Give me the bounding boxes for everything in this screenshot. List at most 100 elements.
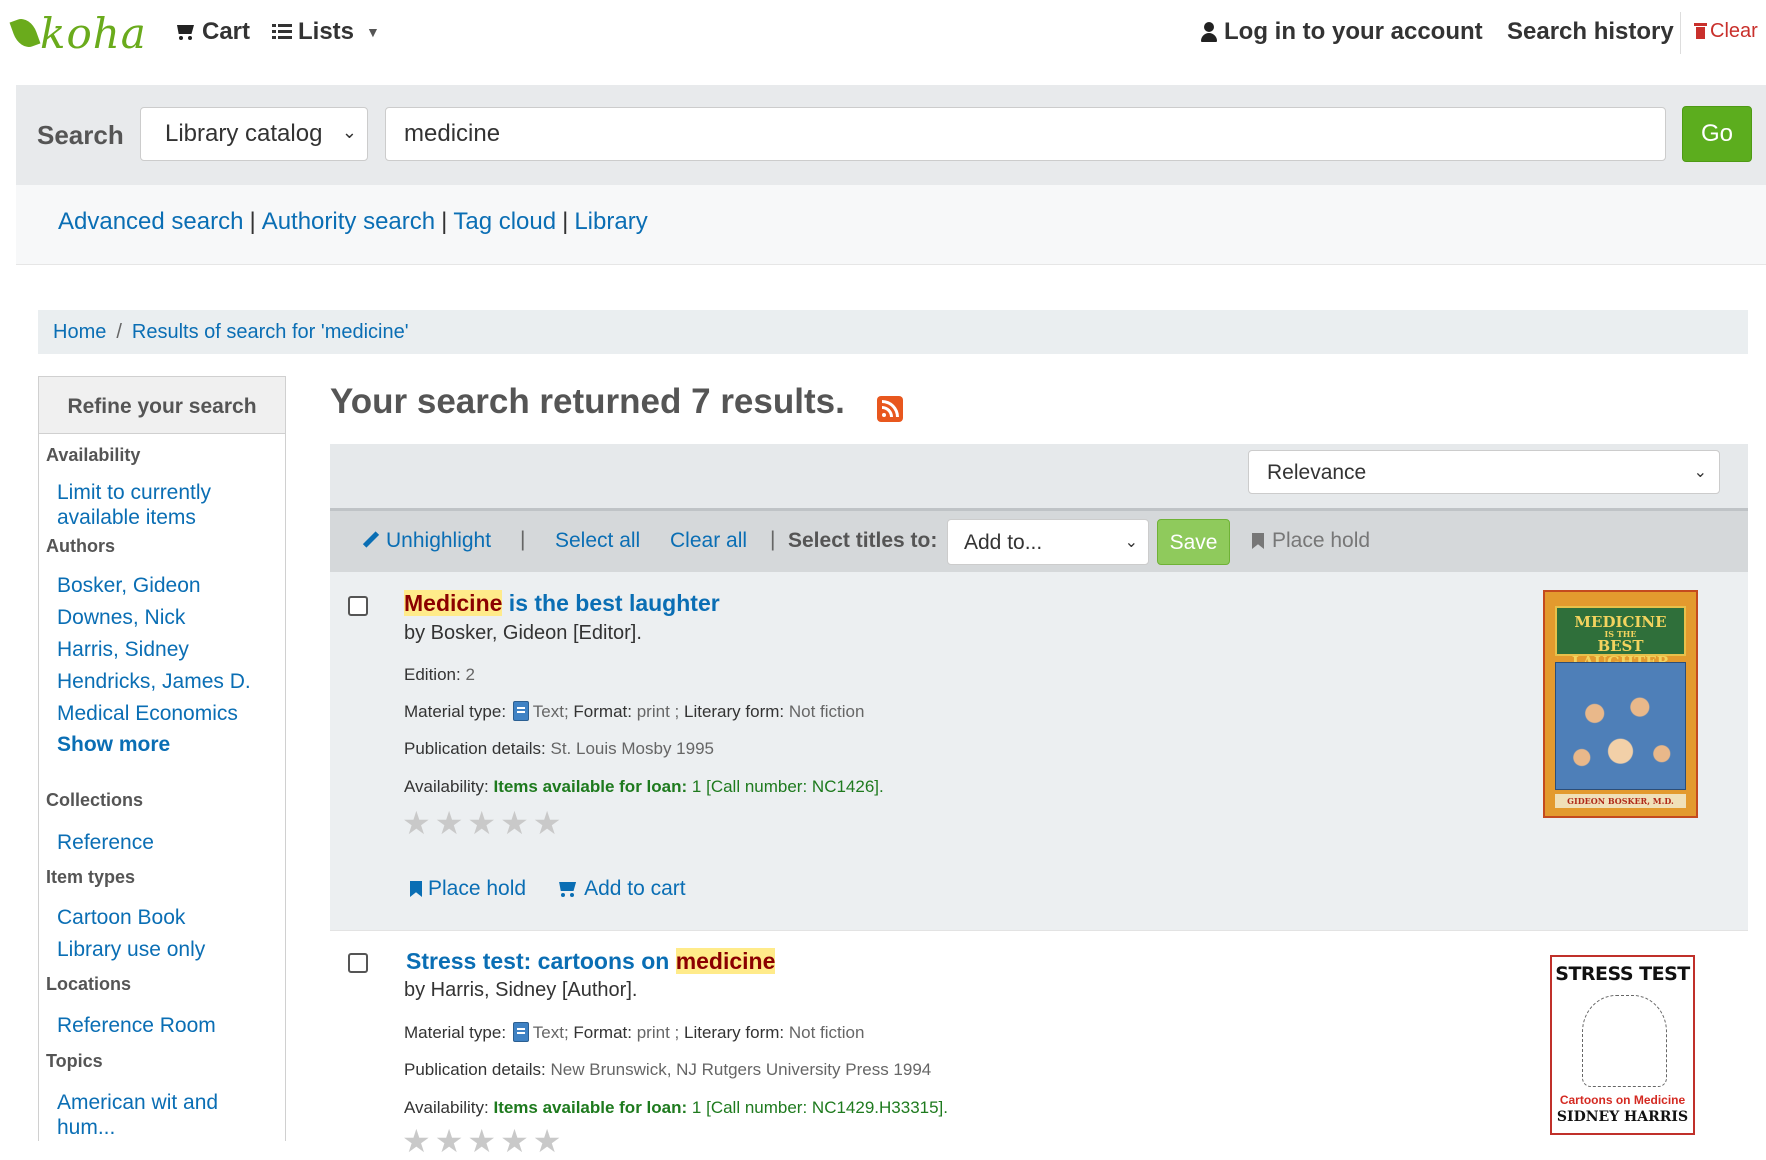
- avail-count: 1: [691, 777, 702, 796]
- clear-history-link[interactable]: Clear: [1694, 20, 1758, 43]
- avail-label: Availability:: [404, 777, 489, 796]
- result-title-link[interactable]: Stress test: cartoons on medicine: [406, 948, 776, 975]
- cover-author: SIDNEY HARRIS: [1556, 1109, 1689, 1125]
- search-history-link[interactable]: Search history: [1507, 18, 1674, 46]
- result-publication: Publication details: St. Louis Mosby 199…: [404, 739, 714, 759]
- facet-title-locations: Locations: [46, 974, 132, 994]
- facet-title-availability: Availability: [46, 445, 141, 465]
- separator: |: [441, 208, 448, 235]
- chevron-down-icon: ⌄: [1693, 464, 1707, 481]
- lists-label: Lists: [298, 18, 355, 45]
- facet-author[interactable]: Harris, Sidney: [57, 637, 189, 662]
- result-author[interactable]: by Bosker, Gideon [Editor].: [404, 622, 642, 645]
- cart-icon: [174, 23, 196, 41]
- result-availability: Availability: Items available for loan: …: [404, 777, 884, 797]
- edition-label: Edition:: [404, 665, 461, 684]
- unhighlight-link[interactable]: Unhighlight: [362, 529, 491, 553]
- clear-all-link[interactable]: Clear all: [670, 529, 747, 553]
- edition-value: 2: [465, 665, 475, 684]
- divider: [1680, 12, 1681, 54]
- facet-topic[interactable]: American wit and hum...: [57, 1090, 247, 1140]
- library-link[interactable]: Library: [574, 208, 647, 235]
- facet-limit-available[interactable]: Limit to currently available items: [57, 480, 257, 530]
- call-number: [Call number: NC1426].: [706, 777, 884, 796]
- place-hold-label: Place hold: [428, 877, 527, 900]
- cart-label: Cart: [202, 18, 251, 45]
- separator: |: [770, 528, 776, 551]
- advanced-search-link[interactable]: Advanced search: [58, 208, 243, 235]
- star-rating[interactable]: ★★★★★: [402, 1122, 565, 1160]
- facet-author[interactable]: Bosker, Gideon: [57, 573, 201, 598]
- sort-select[interactable]: Relevance ⌄: [1248, 450, 1720, 494]
- clear-label: Clear: [1710, 20, 1758, 42]
- search-input[interactable]: medicine: [385, 107, 1666, 161]
- avail-count: 1: [691, 1098, 702, 1117]
- select-all-link[interactable]: Select all: [555, 529, 640, 553]
- book-icon: [512, 1022, 529, 1042]
- breadcrumb-current[interactable]: Results of search for 'medicine': [132, 321, 409, 343]
- place-hold-label: Place hold: [1272, 529, 1371, 552]
- pencil-icon: [362, 531, 380, 548]
- sort-value: Relevance: [1267, 461, 1367, 484]
- search-scope-select[interactable]: Library catalog ⌄: [140, 107, 368, 161]
- cover-title-line: MEDICINE: [1574, 613, 1667, 631]
- facet-author[interactable]: Medical Economics: [57, 701, 238, 726]
- login-label: Log in to your account: [1224, 18, 1483, 45]
- facet-author[interactable]: Downes, Nick: [57, 605, 185, 630]
- title-rest: Stress test: cartoons on: [406, 948, 676, 974]
- cart-button[interactable]: Cart: [174, 18, 250, 46]
- add-to-value: Add to...: [964, 531, 1043, 554]
- show-more-authors[interactable]: Show more: [57, 732, 170, 757]
- facet-title-item-types: Item types: [46, 867, 136, 887]
- place-hold-link[interactable]: Place hold: [410, 877, 526, 901]
- authority-search-link[interactable]: Authority search: [262, 208, 435, 235]
- result-checkbox[interactable]: [348, 953, 368, 973]
- book-icon: [512, 701, 529, 721]
- result-edition: Edition: 2: [404, 665, 475, 685]
- pub-label: Publication details:: [404, 1060, 546, 1079]
- login-link[interactable]: Log in to your account: [1200, 18, 1483, 46]
- koha-logo[interactable]: koha: [9, 8, 147, 58]
- tag-cloud-link[interactable]: Tag cloud: [453, 208, 556, 235]
- results-summary: Your search returned 7 results.: [330, 382, 845, 421]
- rss-icon[interactable]: [877, 396, 903, 422]
- refine-sidebar: Refine your search Availability Limit to…: [38, 376, 286, 1141]
- star-rating[interactable]: ★★★★★: [402, 804, 565, 842]
- facet-author[interactable]: Hendricks, James D.: [57, 669, 251, 694]
- go-button[interactable]: Go: [1682, 106, 1752, 162]
- sidebar-heading: Refine your search: [39, 377, 285, 434]
- place-hold-toolbar-button[interactable]: Place hold: [1252, 529, 1370, 553]
- format-label: Format:: [573, 1023, 632, 1042]
- material-label: Material type:: [404, 1023, 507, 1042]
- book-cover-image[interactable]: STRESS TEST Cartoons on Medicine SIDNEY …: [1550, 955, 1695, 1135]
- separator: |: [520, 528, 526, 551]
- book-cover-image[interactable]: MEDICINE IS THE BEST LAUGHTER GIDEON BOS…: [1543, 590, 1698, 818]
- breadcrumb-home[interactable]: Home: [53, 321, 106, 343]
- format-label: Format:: [573, 702, 632, 721]
- result-item: Stress test: cartoons on medicine by Har…: [330, 930, 1748, 1159]
- result-author[interactable]: by Harris, Sidney [Author].: [404, 979, 637, 1002]
- unhighlight-label: Unhighlight: [386, 529, 492, 552]
- top-navbar: koha Cart Lists ▼ Log in to your account…: [0, 0, 1766, 70]
- facet-collection[interactable]: Reference: [57, 830, 154, 855]
- save-button[interactable]: Save: [1157, 519, 1230, 565]
- avail-status: Items available for loan:: [493, 1098, 688, 1117]
- user-icon: [1200, 21, 1218, 43]
- facet-location[interactable]: Reference Room: [57, 1013, 216, 1038]
- lists-dropdown[interactable]: Lists ▼: [272, 18, 380, 46]
- facet-title-collections: Collections: [46, 790, 144, 810]
- facet-title-authors: Authors: [46, 536, 115, 556]
- format-value: print ;: [636, 702, 680, 721]
- result-material: Material type: Text; Format: print ; Lit…: [404, 701, 864, 722]
- select-titles-label: Select titles to:: [788, 529, 938, 552]
- search-bar: Search Library catalog ⌄ medicine Go: [16, 85, 1766, 185]
- add-to-select[interactable]: Add to... ⌄: [947, 519, 1149, 565]
- add-to-cart-link[interactable]: Add to cart: [556, 877, 686, 901]
- result-checkbox[interactable]: [348, 596, 368, 616]
- caret-down-icon: ▼: [366, 24, 380, 40]
- title-highlight: medicine: [675, 948, 776, 974]
- pub-value: St. Louis Mosby 1995: [550, 739, 714, 758]
- facet-item-type[interactable]: Cartoon Book: [57, 905, 185, 930]
- result-title-link[interactable]: Medicine is the best laughter: [404, 590, 720, 617]
- facet-item-type[interactable]: Library use only: [57, 937, 205, 962]
